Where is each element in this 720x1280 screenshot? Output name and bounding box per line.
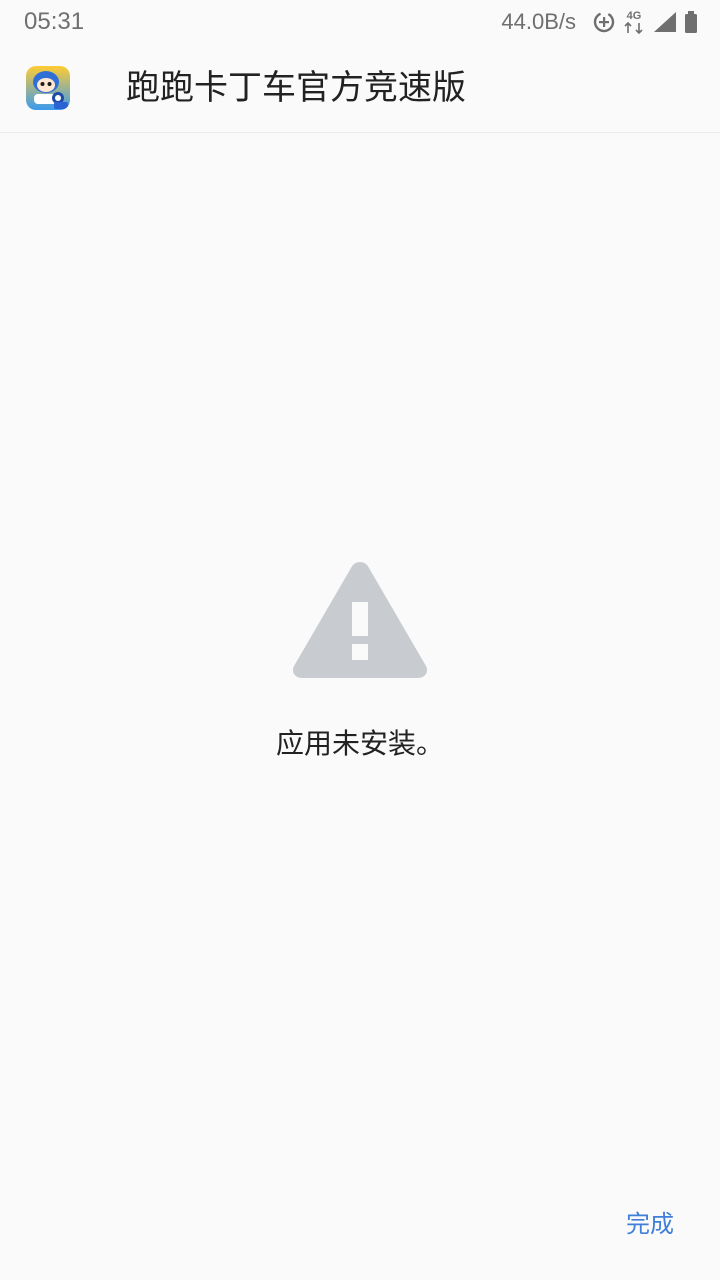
battery-icon: [684, 10, 698, 34]
app-icon: [26, 66, 70, 110]
done-button[interactable]: 完成: [610, 1196, 690, 1252]
network-4g-icon: 4G: [622, 8, 646, 36]
app-header: 跑跑卡丁车官方竞速版: [0, 44, 720, 133]
signal-icon: [652, 10, 678, 34]
net-speed: 44.0B/s: [501, 9, 576, 34]
data-saver-icon: [592, 10, 616, 34]
not-installed-message: 应用未安装。: [275, 727, 444, 760]
warning-triangle-icon: [290, 556, 430, 680]
status-icons: 44.0B/s 4G: [501, 6, 698, 38]
screen: 05:31 44.0B/s 4G 跑跑卡丁车官方竞速版 应用未安装。 完成: [0, 0, 720, 1280]
status-time: 05:31: [24, 8, 85, 35]
network-type-label: 4G: [627, 10, 642, 22]
app-title: 跑跑卡丁车官方竞速版: [126, 68, 466, 108]
status-bar: 05:31 44.0B/s 4G: [0, 0, 720, 44]
